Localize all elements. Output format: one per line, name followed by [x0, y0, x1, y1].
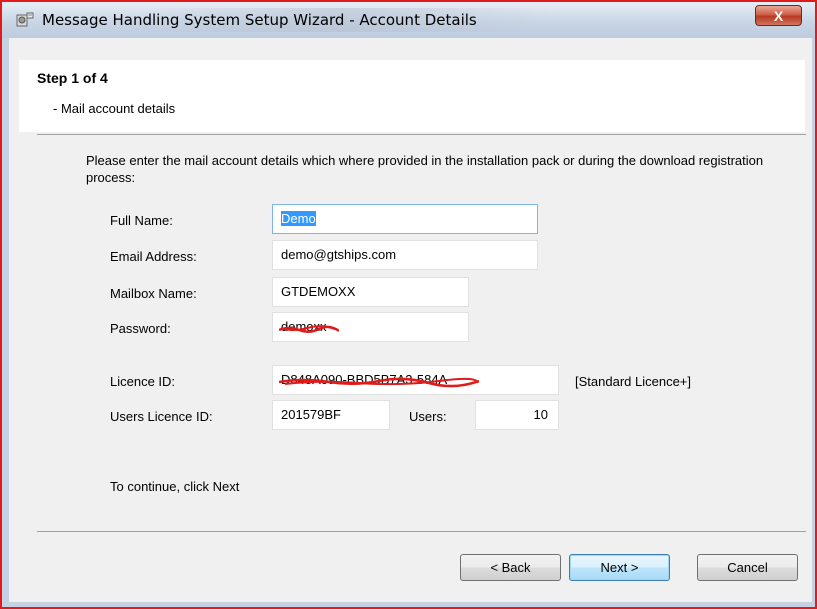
- screenshot-highlight-border: [0, 0, 817, 609]
